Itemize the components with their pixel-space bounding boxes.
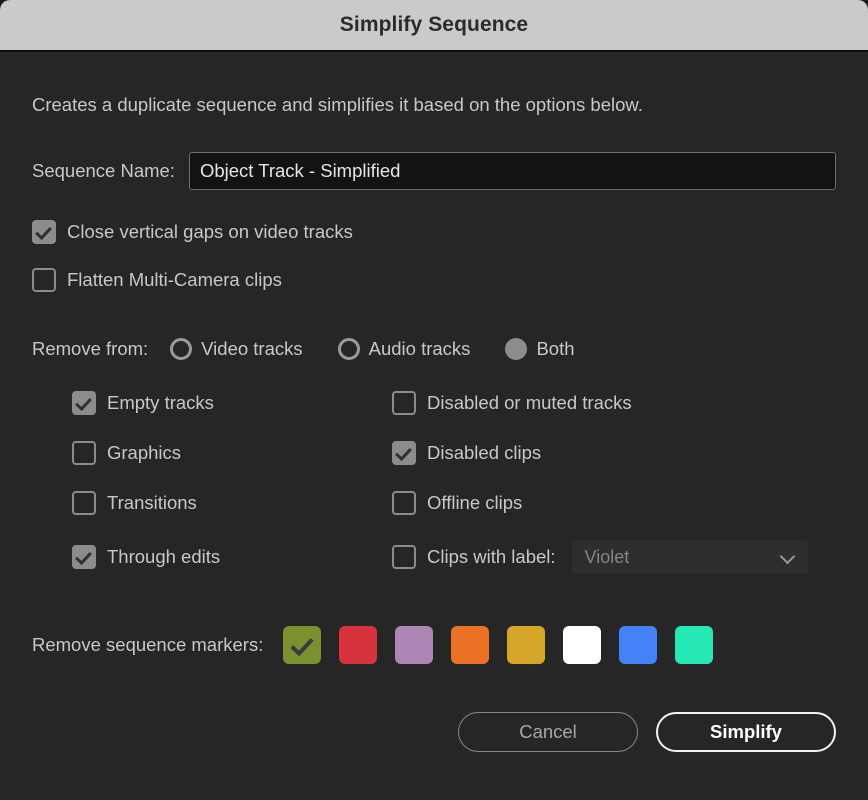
- radio-video-tracks[interactable]: Video tracks: [170, 338, 303, 360]
- checkbox-label: Disabled or muted tracks: [427, 392, 632, 413]
- remove-sequence-markers-row: Remove sequence markers:: [32, 626, 836, 664]
- checkbox-graphics[interactable]: Graphics: [72, 440, 392, 466]
- checkbox-indicator-unchecked[interactable]: [32, 268, 56, 292]
- dialog-body: Creates a duplicate sequence and simplif…: [0, 94, 868, 752]
- remove-options-grid: Empty tracks Disabled or muted tracks Gr…: [72, 390, 836, 574]
- checkbox-label: Clips with label:: [427, 546, 556, 567]
- radio-label: Video tracks: [201, 338, 303, 359]
- radio-indicator-unselected[interactable]: [170, 338, 193, 360]
- checkbox-offline-clips[interactable]: Offline clips: [392, 490, 836, 516]
- checkbox-label: Transitions: [107, 492, 197, 513]
- checkbox-indicator-unchecked[interactable]: [392, 391, 416, 415]
- marker-swatch-green[interactable]: [283, 626, 322, 664]
- checkbox-indicator-unchecked[interactable]: [392, 491, 416, 515]
- dialog-titlebar: Simplify Sequence: [0, 0, 868, 52]
- checkbox-label: Offline clips: [427, 492, 523, 513]
- radio-label: Both: [536, 338, 575, 359]
- simplify-button[interactable]: Simplify: [656, 712, 836, 752]
- marker-swatch-violet[interactable]: [395, 626, 434, 664]
- sequence-name-label: Sequence Name:: [32, 160, 175, 181]
- dialog-footer: Cancel Simplify: [32, 712, 836, 752]
- cancel-button[interactable]: Cancel: [458, 712, 638, 752]
- checkbox-label: Close vertical gaps on video tracks: [67, 221, 353, 242]
- checkbox-close-vertical-gaps[interactable]: Close vertical gaps on video tracks: [32, 220, 836, 244]
- checkbox-label: Empty tracks: [107, 392, 214, 413]
- marker-swatch-group: [283, 626, 714, 664]
- checkbox-indicator-checked[interactable]: [72, 391, 96, 415]
- checkbox-indicator-checked[interactable]: [72, 545, 96, 569]
- remove-sequence-markers-label: Remove sequence markers:: [32, 634, 264, 655]
- checkbox-empty-tracks[interactable]: Empty tracks: [72, 390, 392, 416]
- sequence-name-input[interactable]: [188, 152, 836, 190]
- radio-indicator-unselected[interactable]: [337, 338, 360, 360]
- marker-swatch-red[interactable]: [339, 626, 378, 664]
- sequence-name-row: Sequence Name:: [32, 152, 836, 190]
- remove-from-row: Remove from: Video tracks Audio tracks B…: [32, 338, 836, 360]
- marker-swatch-yellow[interactable]: [507, 626, 546, 664]
- clips-with-label-cell: Clips with label: Violet: [392, 540, 836, 574]
- checkbox-indicator-unchecked[interactable]: [392, 545, 416, 569]
- radio-audio-tracks[interactable]: Audio tracks: [337, 338, 471, 360]
- dialog-title: Simplify Sequence: [339, 13, 529, 36]
- radio-indicator-selected[interactable]: [505, 338, 528, 360]
- checkbox-clips-with-label[interactable]: Clips with label:: [392, 544, 556, 570]
- remove-from-label: Remove from:: [32, 338, 149, 359]
- top-options-group: Close vertical gaps on video tracks Flat…: [32, 220, 836, 292]
- clip-label-color-select[interactable]: Violet: [571, 540, 808, 574]
- checkbox-indicator-unchecked[interactable]: [72, 441, 96, 465]
- marker-swatch-blue[interactable]: [619, 626, 658, 664]
- marker-swatch-orange[interactable]: [451, 626, 490, 664]
- checkbox-disabled-clips[interactable]: Disabled clips: [392, 440, 836, 466]
- checkbox-through-edits[interactable]: Through edits: [72, 540, 392, 574]
- radio-label: Audio tracks: [368, 338, 471, 359]
- marker-swatch-teal[interactable]: [675, 626, 714, 664]
- checkbox-label: Graphics: [107, 442, 182, 463]
- checkbox-indicator-checked[interactable]: [392, 441, 416, 465]
- radio-both[interactable]: Both: [505, 338, 575, 360]
- clip-label-color-value: Violet: [584, 546, 630, 567]
- checkbox-disabled-or-muted-tracks[interactable]: Disabled or muted tracks: [392, 390, 836, 416]
- marker-swatch-white[interactable]: [563, 626, 602, 664]
- checkbox-label: Flatten Multi-Camera clips: [67, 269, 282, 290]
- checkbox-transitions[interactable]: Transitions: [72, 490, 392, 516]
- checkbox-label: Through edits: [107, 546, 221, 567]
- checkbox-indicator-checked[interactable]: [32, 220, 56, 244]
- simplify-sequence-dialog: Simplify Sequence Creates a duplicate se…: [0, 0, 868, 800]
- checkbox-label: Disabled clips: [427, 442, 542, 463]
- checkbox-indicator-unchecked[interactable]: [72, 491, 96, 515]
- checkbox-flatten-multicamera[interactable]: Flatten Multi-Camera clips: [32, 268, 836, 292]
- chevron-down-icon: [781, 550, 795, 564]
- dialog-description: Creates a duplicate sequence and simplif…: [32, 94, 643, 115]
